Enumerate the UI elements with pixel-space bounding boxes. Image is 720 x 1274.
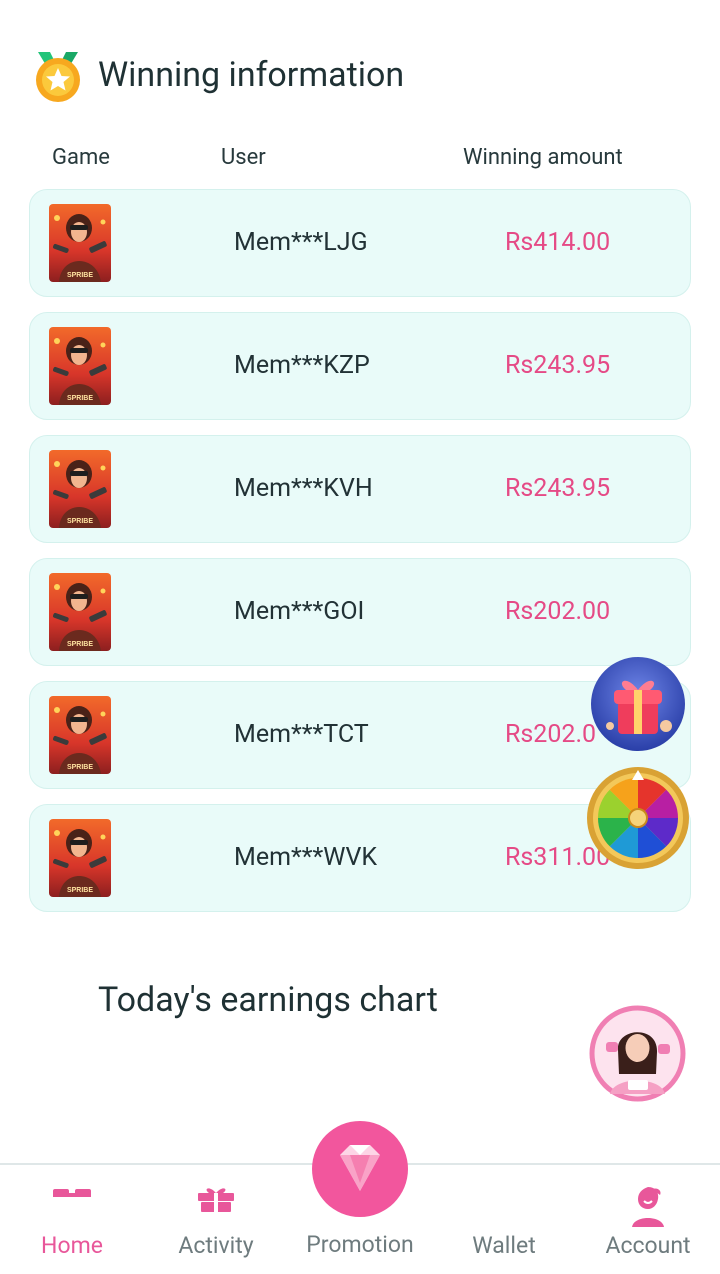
promotion-circle [312, 1121, 408, 1217]
winning-row: SPRIBE Mem***LJG Rs414.00 [29, 189, 691, 297]
nav-account[interactable]: Account [576, 1165, 720, 1274]
lucky-wheel-button[interactable] [586, 766, 690, 870]
bottom-nav: Home Activity Promotion Wallet Account [0, 1121, 720, 1274]
game-thumbnail[interactable]: SPRIBE [49, 450, 111, 528]
winning-amount: Rs243.95 [505, 474, 611, 503]
game-thumbnail[interactable]: SPRIBE [49, 204, 111, 282]
winning-row: SPRIBE Mem***KVH Rs243.95 [29, 435, 691, 543]
nav-account-label: Account [605, 1232, 691, 1259]
nav-activity-label: Activity [178, 1232, 254, 1259]
table-header: Game User Winning amount [0, 145, 720, 175]
nav-promotion-label: Promotion [306, 1231, 414, 1258]
game-art-icon [49, 696, 111, 774]
winning-amount: Rs202.00 [505, 597, 611, 626]
winner-user: Mem***KVH [234, 474, 373, 503]
nav-home-label: Home [41, 1232, 103, 1259]
home-icon [53, 1189, 91, 1197]
earnings-chart-title: Today's earnings chart [98, 980, 438, 1020]
game-thumb-label: SPRIBE [66, 887, 94, 894]
winner-user: Mem***WVK [234, 843, 378, 872]
winner-user: Mem***KZP [234, 351, 370, 380]
winning-info-header: Winning information [30, 46, 404, 104]
game-thumbnail[interactable]: SPRIBE [49, 327, 111, 405]
game-art-icon [49, 204, 111, 282]
winning-amount: Rs243.95 [505, 351, 611, 380]
customer-support-button[interactable] [588, 1004, 687, 1103]
section-title: Winning information [98, 55, 405, 95]
nav-wallet[interactable]: Wallet [432, 1165, 576, 1274]
game-thumb-label: SPRIBE [66, 518, 94, 525]
winner-user: Mem***TCT [234, 720, 369, 749]
user-icon [632, 1187, 664, 1227]
winner-user: Mem***GOI [234, 597, 365, 626]
nav-promotion[interactable]: Promotion [288, 1121, 432, 1274]
gift-bonus-button[interactable] [590, 656, 686, 752]
gift-icon [198, 1188, 234, 1212]
diamond-icon [340, 1145, 380, 1191]
gift-icon [591, 657, 685, 751]
game-thumbnail[interactable]: SPRIBE [49, 573, 111, 651]
winning-row: SPRIBE Mem***GOI Rs202.00 [29, 558, 691, 666]
game-thumb-label: SPRIBE [66, 641, 94, 648]
game-art-icon [49, 450, 111, 528]
column-header-user: User [221, 145, 266, 170]
winning-amount: Rs414.00 [505, 228, 611, 257]
game-art-icon [49, 327, 111, 405]
game-art-icon [49, 573, 111, 651]
winning-row: SPRIBE Mem***KZP Rs243.95 [29, 312, 691, 420]
nav-activity[interactable]: Activity [144, 1165, 288, 1274]
medal-icon [30, 46, 86, 104]
column-header-amount: Winning amount [463, 145, 623, 170]
game-thumbnail[interactable]: SPRIBE [49, 696, 111, 774]
winner-user: Mem***LJG [234, 228, 368, 257]
game-thumb-label: SPRIBE [66, 272, 94, 279]
support-agent-icon [589, 1005, 686, 1102]
game-thumb-label: SPRIBE [66, 764, 94, 771]
column-header-game: Game [52, 145, 110, 170]
game-thumbnail[interactable]: SPRIBE [49, 819, 111, 897]
game-thumb-label: SPRIBE [66, 395, 94, 402]
nav-wallet-label: Wallet [472, 1232, 536, 1259]
game-art-icon [49, 819, 111, 897]
winning-amount: Rs202.0 [505, 720, 597, 749]
nav-home[interactable]: Home [0, 1165, 144, 1274]
wheel-icon [587, 767, 689, 869]
